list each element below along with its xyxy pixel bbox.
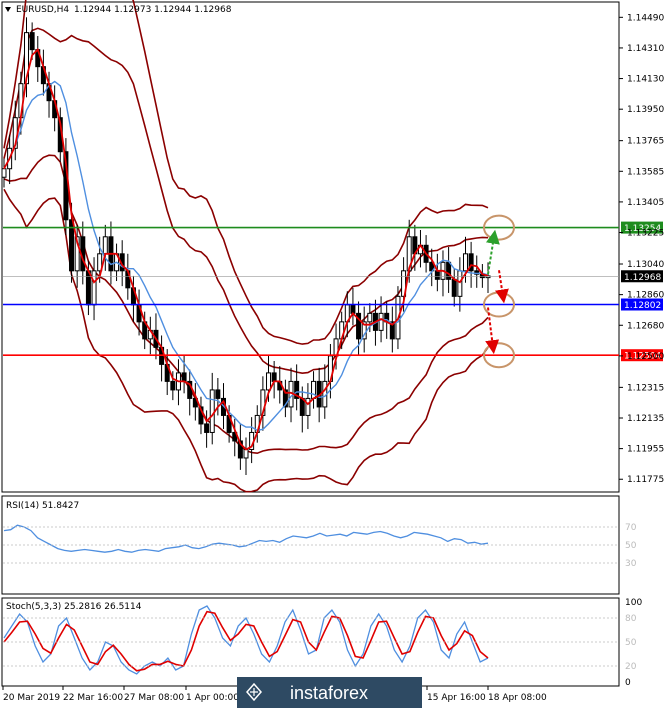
price-tick-label: 1.13040 <box>627 260 664 270</box>
price-tick-label: 1.12135 <box>627 414 664 424</box>
price-tick-label: 1.12500 <box>627 352 664 362</box>
candle-body <box>446 261 452 280</box>
candle-body <box>451 278 457 297</box>
stoch-tick-label: 0 <box>625 678 631 688</box>
stoch-level-label: 20 <box>625 662 637 672</box>
price-tick-label: 1.13765 <box>627 137 664 147</box>
candle-body <box>462 253 468 272</box>
price-panel-frame <box>1 1 620 493</box>
candle-body <box>204 423 210 433</box>
candle-body <box>170 380 176 391</box>
price-tick-label: 1.12315 <box>627 383 664 393</box>
price-tick-label: 1.13225 <box>627 229 664 239</box>
candle-body <box>305 397 311 416</box>
price-tick-label: 1.14130 <box>627 75 664 85</box>
ohlc-values: 1.12944 1.12973 1.12944 1.12968 <box>74 5 232 15</box>
time-tick-label: 22 Mar 16:00 <box>63 693 123 703</box>
rsi-panel: 70 50 30 RSI(14) 51.8427 <box>1 495 637 595</box>
time-tick-label: 1 Apr 00:00 <box>186 693 239 703</box>
watermark: instaforex <box>237 677 422 708</box>
candle-body <box>1 168 7 178</box>
candle-body <box>85 270 91 306</box>
last-price-label: 1.12968 <box>624 273 661 283</box>
price-axis: 1.14490 1.14310 1.14130 1.13950 1.13765 1.135… <box>619 13 664 485</box>
price-panel: 1.132541.128021.125041.12968 1.144901.14… <box>1 0 664 493</box>
candle-body <box>102 236 108 255</box>
stoch-level-label: 50 <box>625 638 637 648</box>
rsi-panel-frame <box>1 495 620 595</box>
time-tick-label: 27 Mar 08:00 <box>124 693 184 703</box>
time-tick-label: 20 Mar 2019 <box>3 693 60 703</box>
price-tick-label: 1.13405 <box>627 198 664 208</box>
rsi-label: RSI(14) 51.8427 <box>6 501 79 511</box>
stoch-level-label: 80 <box>625 614 637 624</box>
stoch-tick-label: 100 <box>625 598 642 608</box>
price-tick-label: 1.13585 <box>627 167 664 177</box>
candle-body <box>367 312 373 323</box>
candle-body <box>181 372 187 382</box>
candle-body <box>378 312 384 331</box>
chart: 1.132541.128021.125041.12968 1.144901.14… <box>1 0 664 708</box>
price-tick-label: 1.13950 <box>627 105 664 115</box>
candle-body <box>243 448 249 459</box>
candle-body <box>209 389 215 433</box>
price-tick-label: 1.11955 <box>627 445 664 455</box>
candle-body <box>457 270 463 297</box>
stoch-label: Stoch(5,3,3) 25.2816 26.5114 <box>6 602 142 612</box>
stoch-panel: 100 80 50 20 0 Stoch(5,3,3) 25.2816 26.5114 <box>1 597 642 688</box>
level-label: 1.12802 <box>624 301 661 311</box>
candle-body <box>215 389 221 399</box>
price-tick-label: 1.14490 <box>627 13 664 23</box>
rsi-level-label: 70 <box>625 523 637 533</box>
rsi-level-label: 50 <box>625 541 637 551</box>
price-tick-label: 1.14310 <box>627 44 664 54</box>
price-tick-label: 1.12860 <box>627 291 664 301</box>
price-tick-label: 1.12680 <box>627 321 664 331</box>
candle-body <box>271 372 277 382</box>
candle-body <box>311 380 317 399</box>
price-tick-label: 1.11775 <box>627 475 664 485</box>
watermark-text: instaforex <box>290 683 368 703</box>
candle-body <box>91 270 97 306</box>
time-tick-label: 18 Apr 08:00 <box>488 693 547 703</box>
candle-body <box>29 32 35 51</box>
chart-title: EURUSD,H4 <box>16 5 69 15</box>
time-tick-label: 15 Apr 16:00 <box>427 693 486 703</box>
candle-body <box>350 304 356 314</box>
candle-body <box>434 270 440 280</box>
candle-body <box>266 372 272 391</box>
rsi-level-label: 30 <box>625 559 637 569</box>
